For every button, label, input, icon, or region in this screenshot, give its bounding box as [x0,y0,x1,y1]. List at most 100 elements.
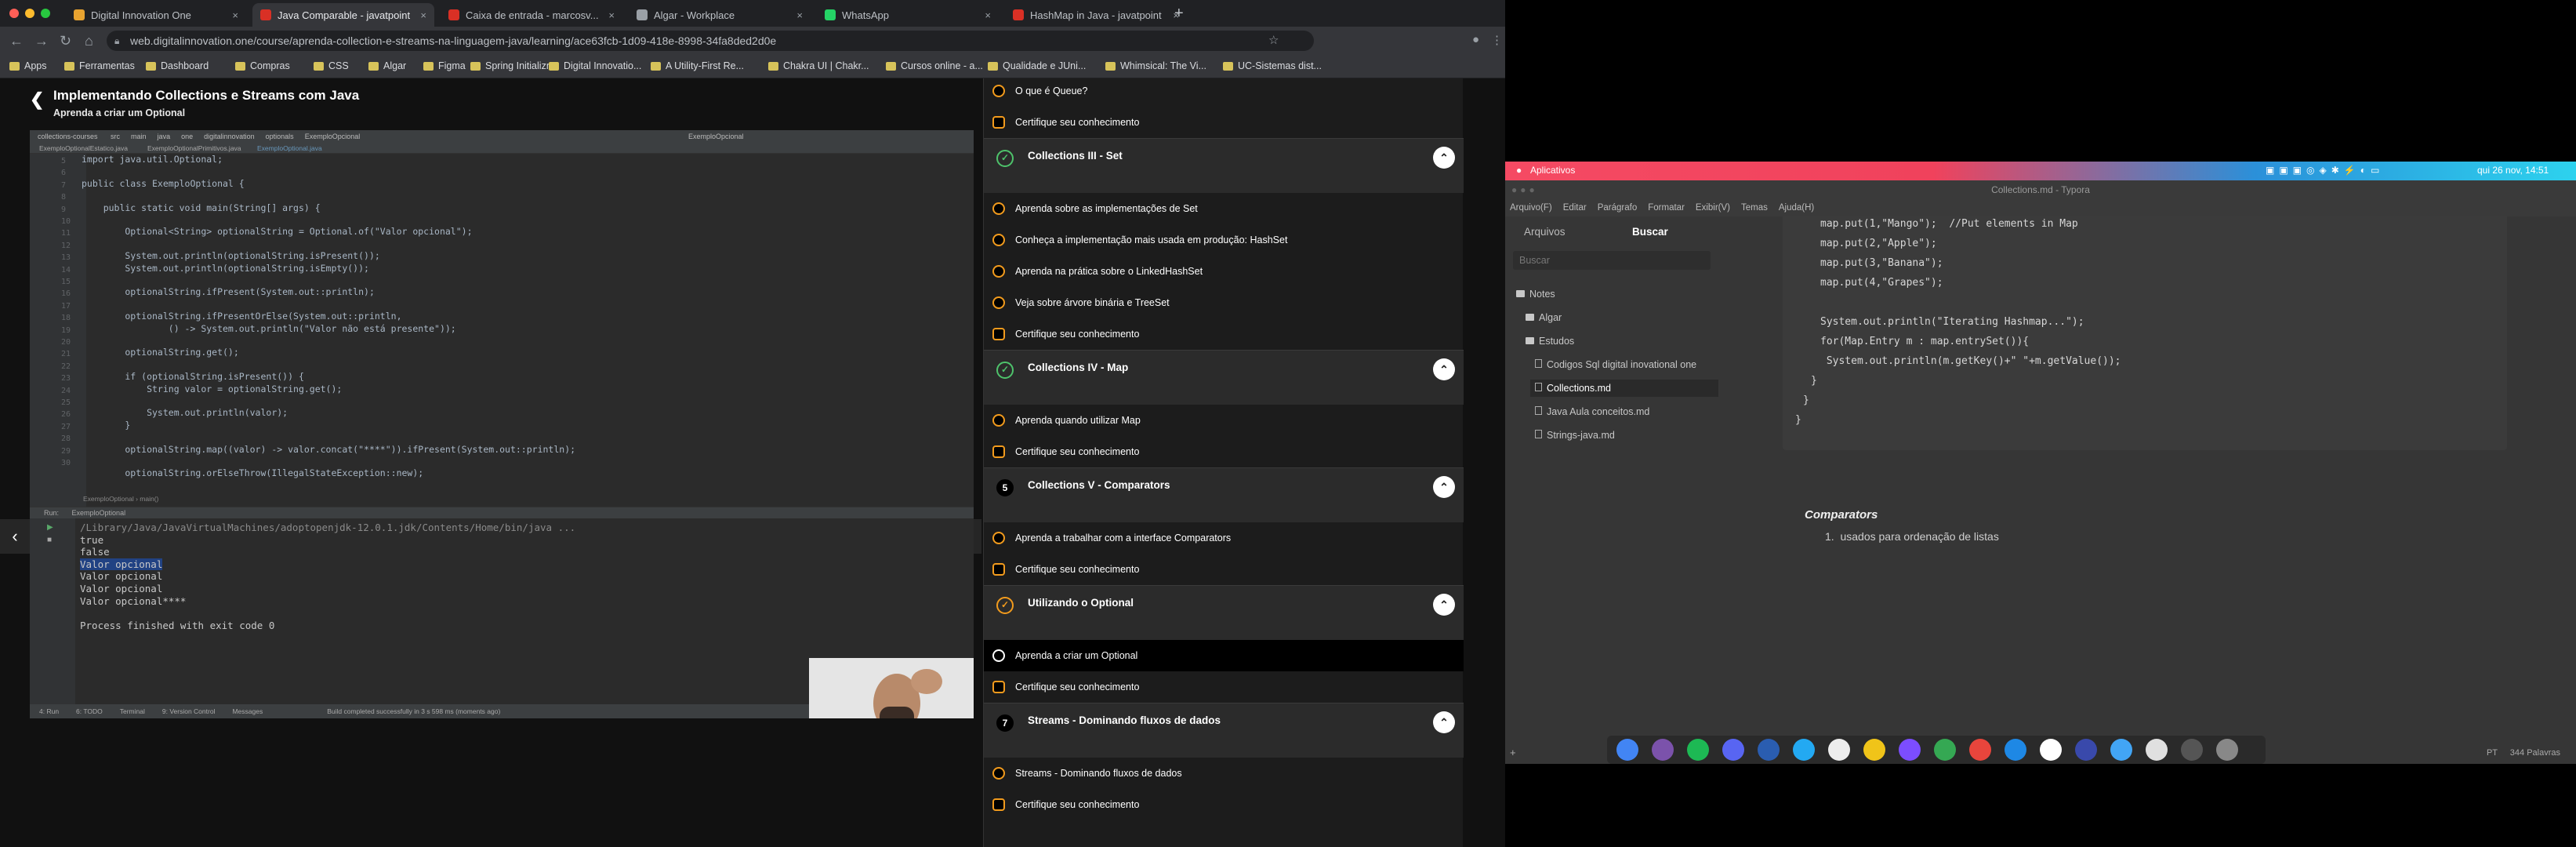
home-icon[interactable]: ⌂ [85,33,93,49]
bookmark-item[interactable]: Cursos online - a... [886,60,983,71]
ide-crumb[interactable]: optionals [266,133,294,140]
bookmark-item[interactable]: Dashboard [146,60,209,71]
search-tab[interactable]: Buscar [1632,226,1668,238]
bookmark-item[interactable]: Digital Innovatio... [549,60,641,71]
lesson-item[interactable]: Veja sobre árvore binária e TreeSet [984,287,1464,318]
lesson-item[interactable]: Certifique seu conhecimento [984,318,1464,350]
app-icon[interactable] [1828,739,1850,761]
menu-item[interactable]: Parágrafo [1598,199,1638,216]
back-icon[interactable]: ← [9,33,24,49]
ide-crumb[interactable]: one [181,133,193,140]
chevron-up-icon[interactable]: ⌃ [1433,711,1455,733]
close-window-button[interactable] [9,9,19,18]
module-header[interactable]: ✓ Collections IV - Map ⌃ [984,350,1464,405]
vscode-icon[interactable] [1793,739,1815,761]
ide-crumb[interactable]: src [111,133,120,140]
menu-item[interactable]: Temas [1741,199,1768,216]
ide-bottom-tab[interactable]: 4: Run [39,707,59,715]
module-header[interactable]: ✓ Utilizando o Optional ⌃ [984,585,1464,640]
code-block[interactable] [1783,216,2507,450]
back-arrow-icon[interactable]: ❮ [30,89,44,110]
bookmark-item[interactable]: Figma [423,60,466,71]
search-input[interactable]: Buscar [1513,251,1711,270]
lesson-item[interactable]: Aprenda a trabalhar com a interface Comp… [984,522,1464,554]
spotify-icon[interactable] [1687,739,1709,761]
lesson-item[interactable]: Streams - Dominando fluxos de dados [984,758,1464,789]
lesson-item[interactable]: Certifique seu conhecimento [984,436,1464,467]
typora-editor[interactable]: map.put(1,"Mango"); //Put elements in Ma… [1718,216,2576,764]
file-tree-item[interactable]: Notes [1511,285,1718,303]
module-header[interactable]: 5 Collections V - Comparators ⌃ [984,467,1464,522]
ide-crumb[interactable]: main [131,133,147,140]
app-icon[interactable] [2075,739,2097,761]
ide-file-tab[interactable]: ExemploOptional.java [257,144,322,152]
bookmark-item[interactable]: Compras [235,60,290,71]
lesson-item[interactable]: Certifique seu conhecimento [984,554,1464,585]
lesson-item[interactable]: Certifique seu conhecimento [984,671,1464,703]
chevron-up-icon[interactable]: ⌃ [1433,476,1455,498]
bookmark-item[interactable]: Algar [368,60,406,71]
settings-icon[interactable] [2216,739,2238,761]
minimize-window-button[interactable] [25,9,34,18]
app-icon[interactable] [1934,739,1956,761]
bookmark-item[interactable]: Spring Initializr [470,60,550,71]
applications-menu[interactable]: Aplicativos [1530,165,1575,176]
module-header[interactable]: ✓ Collections III - Set ⌃ [984,138,1464,193]
browser-tab[interactable]: Digital Innovation One × [66,3,246,27]
profile-icon[interactable]: ● [1472,33,1479,46]
lesson-item[interactable]: Conheça a implementação mais usada em pr… [984,224,1464,256]
chevron-up-icon[interactable]: ⌃ [1433,594,1455,616]
ide-crumb[interactable]: ExemploOpcional [305,133,361,140]
file-tree-item[interactable]: Strings-java.md [1530,427,1718,444]
tab-close-icon[interactable]: × [608,9,615,21]
bookmark-item[interactable]: Ferramentas [64,60,135,71]
maximize-window-button[interactable] [41,9,50,18]
chevron-up-icon[interactable]: ⌃ [1433,358,1455,380]
ide-file-tab[interactable]: ExemploOptionalPrimitivos.java [147,144,241,152]
lesson-item[interactable]: Aprenda quando utilizar Map [984,405,1464,436]
app-icon[interactable] [1758,739,1780,761]
reload-icon[interactable]: ↻ [60,33,71,49]
menu-item[interactable]: Ajuda(H) [1779,199,1814,216]
browser-tab[interactable]: Algar - Workplace × [629,3,811,27]
tab-close-icon[interactable]: × [985,9,991,21]
window-controls[interactable]: ●●● [1511,180,1538,199]
rerun-icon[interactable]: ▶ [47,523,53,532]
bookmark-item[interactable]: UC-Sistemas dist... [1223,60,1322,71]
tab-close-icon[interactable]: × [420,9,426,21]
menu-item[interactable]: Arquivo(F) [1510,199,1552,216]
bookmark-item[interactable]: A Utility-First Re... [651,60,744,71]
file-tree-item[interactable]: Java Aula conceitos.md [1530,403,1718,420]
add-file-icon[interactable]: + [1510,747,1516,758]
browser-tab[interactable]: Java Comparable - javatpoint × [252,3,434,27]
app-icon[interactable] [1652,739,1674,761]
lesson-item[interactable]: Certifique seu conhecimento [984,789,1464,820]
tab-close-icon[interactable]: × [796,9,803,21]
file-tree-item[interactable]: Codigos Sql digital inovational one [1530,356,1718,373]
app-icon[interactable] [1899,739,1921,761]
ide-bottom-tab[interactable]: Terminal [120,707,145,715]
run-name[interactable]: ExemploOptional [72,509,126,517]
app-icon[interactable] [2005,739,2026,761]
bookmark-item[interactable]: Qualidade e JUni... [988,60,1086,71]
run-config-select[interactable]: ExemploOpcional [688,130,744,143]
bookmark-item[interactable]: Chakra UI | Chakr... [768,60,869,71]
file-tree-item[interactable]: Collections.md [1530,380,1718,397]
module-header[interactable]: 7 Streams - Dominando fluxos de dados ⌃ [984,703,1464,758]
bookmark-star-icon[interactable]: ☆ [1268,33,1279,47]
file-tree-item[interactable]: Algar [1521,309,1718,326]
ide-crumb[interactable]: digitalinnovation [204,133,255,140]
apple-icon[interactable]: ● [1516,165,1522,176]
lesson-item[interactable]: O que é Queue? [984,75,1464,107]
ide-file-tab[interactable]: ExemploOptionalEstatico.java [39,144,128,152]
typora-icon[interactable] [2040,739,2062,761]
ide-bottom-tab[interactable]: Messages [232,707,263,715]
chrome-icon[interactable] [1616,739,1638,761]
browser-tab[interactable]: WhatsApp × [817,3,999,27]
tray-icons[interactable]: ▣▣▣◎◈✱⚡◐▭ [2266,165,2384,176]
discord-icon[interactable] [1722,739,1744,761]
app-icon[interactable] [2181,739,2203,761]
menu-item[interactable]: Formatar [1648,199,1685,216]
clock[interactable]: qui 26 nov, 14:51 [2477,165,2549,176]
bookmark-item[interactable]: CSS [314,60,349,71]
